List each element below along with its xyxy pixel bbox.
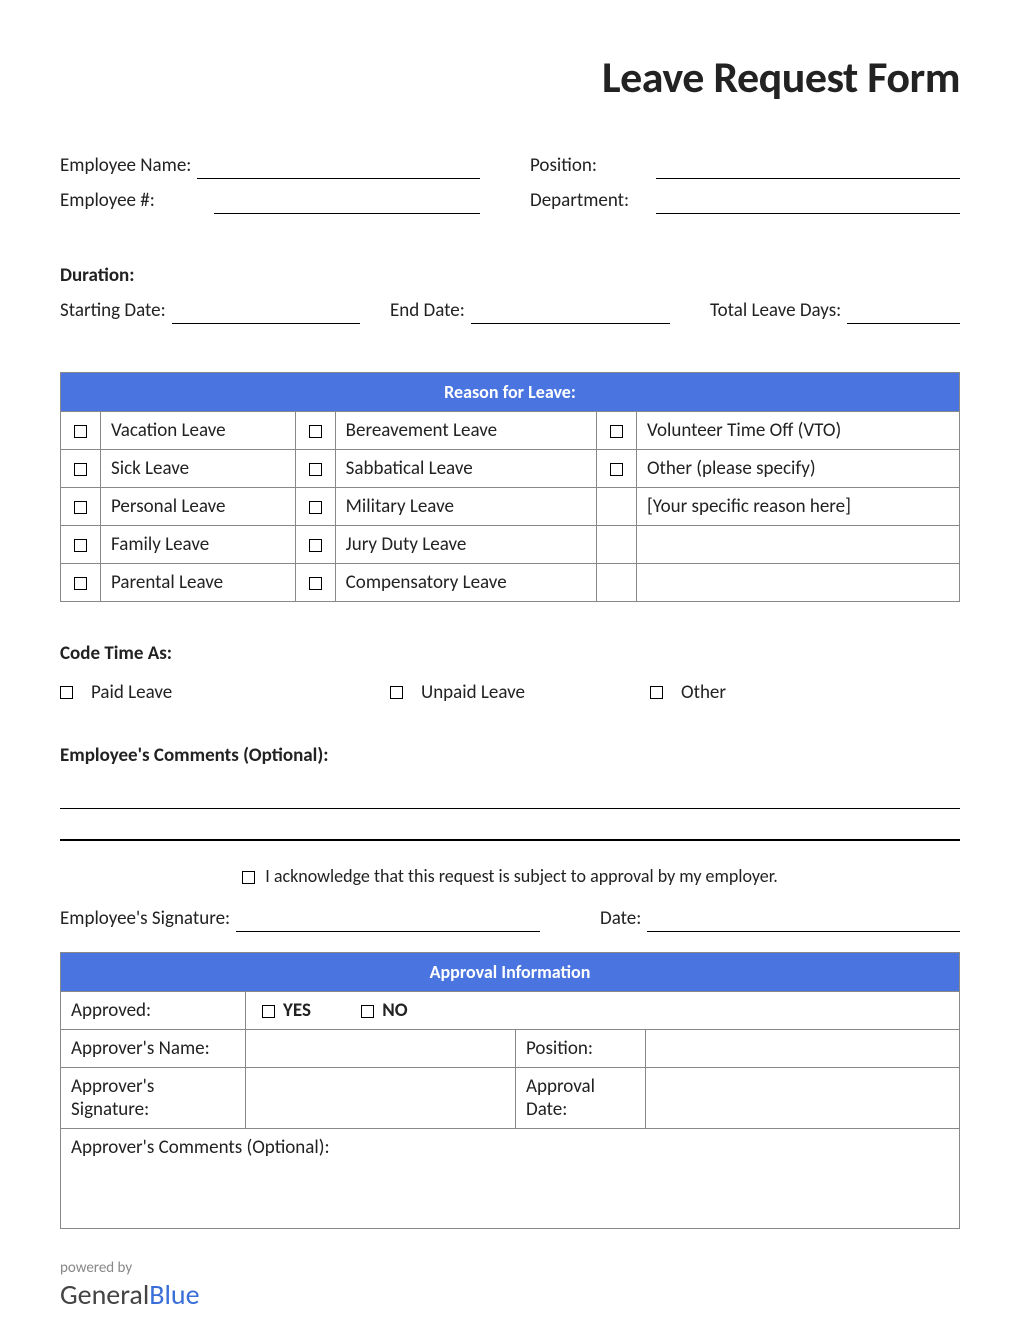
employee-signature-input[interactable] [236, 910, 540, 932]
employee-comments-input[interactable] [60, 769, 960, 809]
reason-military: Military Leave [335, 488, 596, 526]
total-days-label: Total Leave Days: [710, 299, 841, 324]
checkbox-personal[interactable] [74, 501, 87, 514]
code-time-other: Other [681, 681, 726, 704]
approval-header: Approval Information [61, 953, 960, 992]
employee-signature-label: Employee's Signature: [60, 907, 230, 932]
checkbox-parental[interactable] [74, 577, 87, 590]
duration-heading: Duration: [60, 264, 960, 289]
checkbox-bereavement[interactable] [309, 425, 322, 438]
starting-date-label: Starting Date: [60, 299, 166, 324]
reason-parental: Parental Leave [101, 564, 296, 602]
employee-number-label: Employee #: [60, 189, 208, 214]
page-title: Leave Request Form [60, 50, 960, 104]
approved-label: Approved: [61, 992, 246, 1030]
approval-table: Approval Information Approved: YES NO Ap… [60, 952, 960, 1229]
position-input[interactable] [656, 157, 960, 179]
approver-position-label: Position: [516, 1030, 646, 1068]
approved-no-label: NO [382, 999, 407, 1022]
signature-date-input[interactable] [647, 910, 960, 932]
checkbox-family[interactable] [74, 539, 87, 552]
reason-table: Reason for Leave: Vacation Leave Bereave… [60, 372, 960, 602]
reason-personal: Personal Leave [101, 488, 296, 526]
checkbox-paid-leave[interactable] [60, 686, 73, 699]
checkbox-other[interactable] [610, 463, 623, 476]
signature-date-label: Date: [600, 907, 641, 932]
approver-signature-input[interactable] [246, 1068, 516, 1129]
approver-name-label: Approver's Name: [61, 1030, 246, 1068]
checkbox-vto[interactable] [610, 425, 623, 438]
reason-specific-placeholder[interactable]: [Your specific reason here] [636, 488, 959, 526]
employee-comments-heading: Employee's Comments (Optional): [60, 744, 960, 769]
brand-general: General [60, 1277, 149, 1312]
employee-name-label: Employee Name: [60, 154, 191, 179]
reason-sick: Sick Leave [101, 450, 296, 488]
approval-date-input[interactable] [646, 1068, 960, 1129]
starting-date-input[interactable] [172, 302, 360, 324]
reason-jury: Jury Duty Leave [335, 526, 596, 564]
checkbox-vacation[interactable] [74, 425, 87, 438]
approver-name-input[interactable] [246, 1030, 516, 1068]
approver-comments-label: Approver's Comments (Optional): [71, 1136, 330, 1159]
divider [60, 839, 960, 841]
reason-bereavement: Bereavement Leave [335, 412, 596, 450]
end-date-label: End Date: [390, 299, 465, 324]
checkbox-jury[interactable] [309, 539, 322, 552]
code-time-unpaid: Unpaid Leave [421, 681, 525, 704]
reason-vto: Volunteer Time Off (VTO) [636, 412, 959, 450]
total-days-input[interactable] [847, 302, 960, 324]
checkbox-sick[interactable] [74, 463, 87, 476]
checkbox-approved-no[interactable] [361, 1005, 374, 1018]
checkbox-compensatory[interactable] [309, 577, 322, 590]
powered-by-text: powered by [60, 1259, 960, 1277]
brand-blue: Blue [149, 1277, 199, 1312]
approver-position-input[interactable] [646, 1030, 960, 1068]
approved-yes-label: YES [283, 999, 311, 1022]
reason-sabbatical: Sabbatical Leave [335, 450, 596, 488]
reason-family: Family Leave [101, 526, 296, 564]
code-time-heading: Code Time As: [60, 642, 960, 667]
approver-signature-label: Approver's Signature: [61, 1068, 246, 1129]
checkbox-sabbatical[interactable] [309, 463, 322, 476]
code-time-paid: Paid Leave [91, 681, 172, 704]
checkbox-unpaid-leave[interactable] [390, 686, 403, 699]
approval-date-label: Approval Date: [516, 1068, 646, 1129]
end-date-input[interactable] [471, 302, 670, 324]
employee-number-input[interactable] [214, 192, 480, 214]
checkbox-code-other[interactable] [650, 686, 663, 699]
employee-name-input[interactable] [197, 157, 480, 179]
reason-other: Other (please specify) [636, 450, 959, 488]
checkbox-military[interactable] [309, 501, 322, 514]
department-label: Department: [530, 189, 650, 214]
reason-header: Reason for Leave: [61, 373, 960, 412]
department-input[interactable] [656, 192, 960, 214]
checkbox-approved-yes[interactable] [262, 1005, 275, 1018]
reason-compensatory: Compensatory Leave [335, 564, 596, 602]
acknowledge-text: I acknowledge that this request is subje… [265, 865, 778, 887]
reason-vacation: Vacation Leave [101, 412, 296, 450]
position-label: Position: [530, 154, 650, 179]
footer: powered by GeneralBlue [60, 1259, 960, 1312]
checkbox-acknowledge[interactable] [242, 871, 255, 884]
